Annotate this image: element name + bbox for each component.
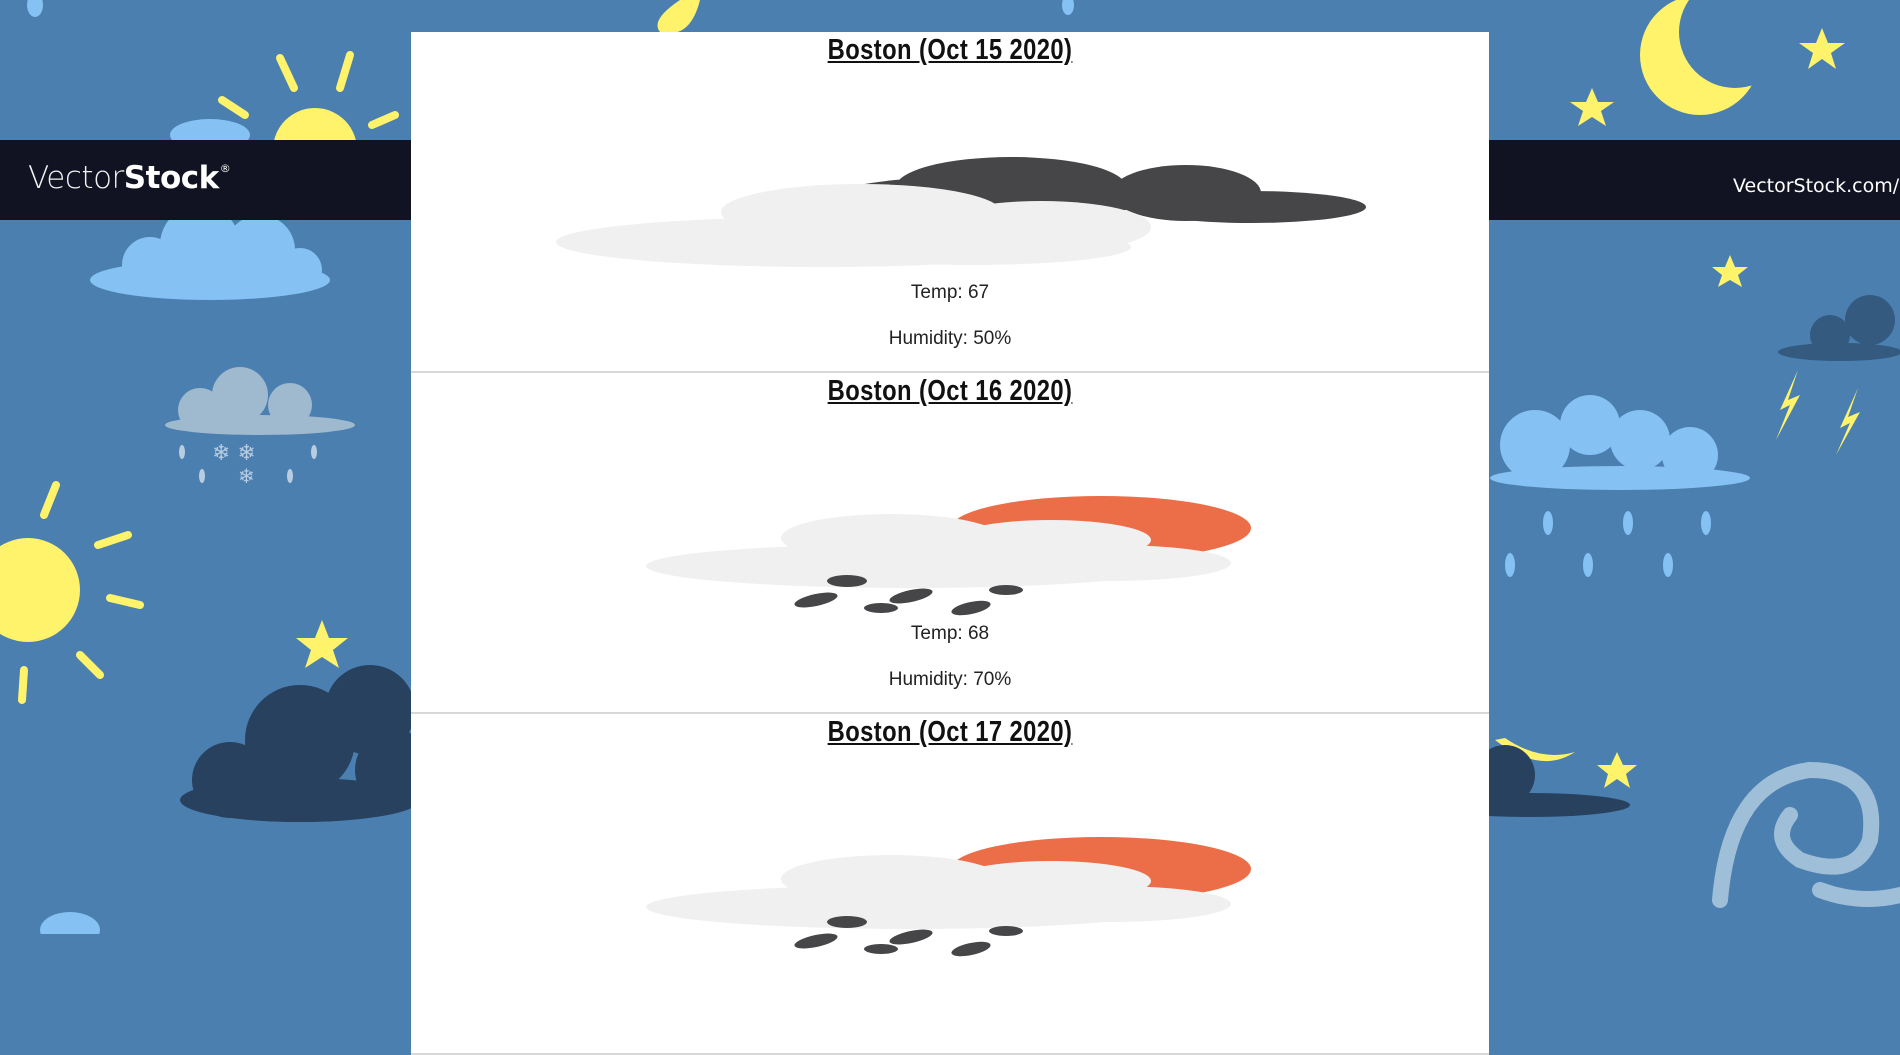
moon-icon (1640, 0, 1791, 115)
raindrop-icon (27, 0, 43, 17)
humidity-text: Humidity: 50% (888, 328, 1012, 349)
star-icon (1712, 255, 1748, 287)
moon-icon (657, 0, 700, 34)
watermark-url: VectorStock.com/2 (1733, 175, 1900, 197)
dark-cloud-icon (180, 665, 435, 822)
vectorstock-logo: VectorStock® (28, 160, 231, 196)
sun-icon (0, 481, 144, 704)
cloud-icon (40, 912, 100, 934)
storm-cloud-icon (1776, 295, 1900, 455)
rain-cloud-icon (1490, 395, 1750, 577)
overcast-clouds-icon (556, 157, 1366, 267)
svg-text:❄: ❄ (238, 464, 255, 488)
star-icon (296, 620, 348, 668)
forecast-title: Boston (Oct 16 2020) (827, 375, 1073, 407)
forecast-title: Boston (Oct 17 2020) (827, 716, 1073, 748)
temperature-text: Temp: 68 (910, 623, 990, 644)
star-icon (1799, 28, 1845, 69)
snow-cloud-icon: ❄ ❄ ❄ (165, 367, 355, 488)
logo-text-bold: Stock (123, 160, 219, 196)
registered-mark: ® (219, 162, 231, 175)
star-icon (1570, 88, 1614, 126)
forecast-title: Boston (Oct 15 2020) (827, 34, 1073, 66)
sun-cloud-rain-icon (646, 837, 1251, 957)
forecast-list: Boston (Oct 15 2020) Temp: 67 Humidity: … (411, 32, 1489, 1055)
forecast-card: Boston (Oct 16 2020) Temp: 68 Humidity: … (411, 373, 1489, 714)
wind-icon (1712, 761, 1900, 908)
star-icon (1597, 752, 1637, 788)
logo-text-light: Vector (28, 160, 124, 196)
raindrop-icon (1062, 0, 1074, 15)
temperature-text: Temp: 67 (910, 282, 990, 303)
humidity-text: Humidity: 70% (888, 669, 1012, 690)
svg-text:❄ ❄: ❄ ❄ (212, 441, 256, 466)
forecast-card: Boston (Oct 17 2020) (411, 714, 1489, 1055)
sun-cloud-rain-icon (646, 496, 1251, 616)
forecast-card: Boston (Oct 15 2020) Temp: 67 Humidity: … (411, 32, 1489, 373)
